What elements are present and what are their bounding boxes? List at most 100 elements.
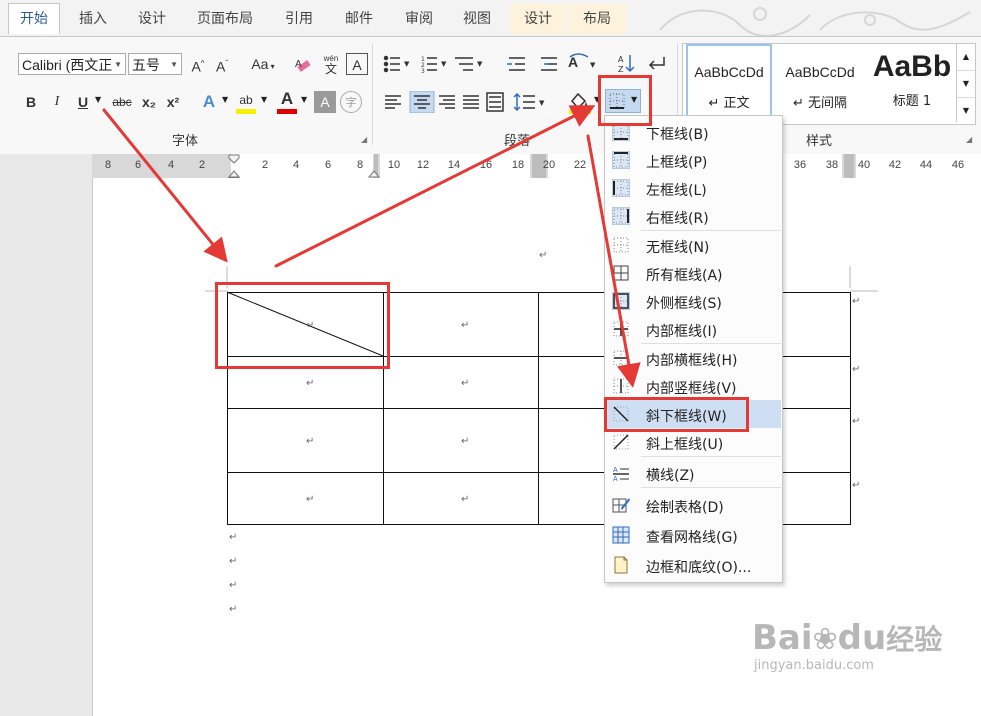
svg-text:Z: Z <box>618 65 624 74</box>
menu-item-outside-borders[interactable]: 外侧框线(S) <box>606 287 781 315</box>
highlight-button[interactable]: ab <box>235 89 257 114</box>
font-size-value: 五号 <box>132 57 160 73</box>
text-effects-button[interactable]: A <box>198 91 220 113</box>
paragraph-mark: ↵ <box>229 532 238 543</box>
style-heading-1[interactable]: AaBb 标题 1 <box>869 44 955 122</box>
ruler-column-marker <box>844 154 854 178</box>
baidu-watermark: Bai❀du经验 jingyan.baidu.com <box>752 620 942 673</box>
font-name-value: Calibri (西文正 <box>22 57 113 73</box>
menu-item-borders-and-shading[interactable]: 边框和底纹(O)... <box>606 551 781 579</box>
cell-end-mark: ↵ <box>461 436 470 447</box>
menu-item-horizontal-line[interactable]: AA 横线(Z) <box>606 459 781 487</box>
ruler-number: 2 <box>198 159 206 171</box>
style-preview: AaBbCcDd <box>785 64 855 80</box>
menu-item-label: 横线(Z) <box>646 468 695 484</box>
cell-end-mark: ↵ <box>461 378 470 389</box>
strikethrough-button[interactable]: abc <box>108 91 136 113</box>
paragraph-mark: ↵ <box>229 604 238 615</box>
horizontal-line-icon: AA <box>613 467 629 482</box>
scroll-up-icon[interactable]: ▲ <box>957 44 975 70</box>
grow-font-button[interactable]: A^ <box>187 53 209 75</box>
shrink-font-button[interactable]: Aˇ <box>211 53 233 75</box>
styles-dialog-launcher-icon[interactable]: ◢ <box>966 135 972 144</box>
chevron-down-icon[interactable]: ▼ <box>222 95 228 104</box>
change-case-button[interactable]: Aa ▾ <box>246 53 280 75</box>
menu-item-view-gridlines[interactable]: 查看网格线(G) <box>606 521 781 549</box>
tab-page-layout[interactable]: 页面布局 <box>186 4 264 34</box>
menu-separator <box>641 456 781 457</box>
watermark-cn: 经验 <box>886 623 943 656</box>
tab-design[interactable]: 设计 <box>126 4 178 34</box>
character-border-button[interactable]: A <box>346 53 368 75</box>
tab-references[interactable]: 引用 <box>272 4 326 34</box>
style-normal[interactable]: AaBbCcDd ↵ 正文 <box>686 44 772 122</box>
underline-button[interactable]: U <box>72 91 94 113</box>
ribbon-tab-bar: 开始 插入 设计 页面布局 引用 邮件 审阅 视图 设计 布局 <box>0 0 981 36</box>
row-end-mark: ↵ <box>852 364 861 375</box>
font-size-combo[interactable]: 五号 ▼ <box>128 53 182 75</box>
chevron-down-icon[interactable]: ▼ <box>95 95 101 104</box>
watermark-brand-2: du <box>837 618 887 658</box>
tab-table-layout[interactable]: 布局 <box>568 4 626 34</box>
scroll-down-icon[interactable]: ▼ <box>957 70 975 97</box>
border-all-icon <box>613 265 629 281</box>
italic-button[interactable]: I <box>46 91 68 113</box>
enclose-characters-button[interactable]: 字 <box>340 91 362 113</box>
chevron-down-icon[interactable]: ▼ <box>261 95 267 104</box>
svg-text:A: A <box>613 467 618 474</box>
style-preview: AaBb <box>872 50 952 83</box>
grow-font-label: A <box>191 58 201 75</box>
menu-item-all-borders[interactable]: 所有框线(A) <box>606 259 781 287</box>
svg-text:▼: ▼ <box>590 61 596 69</box>
watermark-brand: Bai <box>752 618 813 658</box>
font-group-label: 字体 <box>171 134 198 149</box>
right-indent-marker[interactable] <box>368 168 380 178</box>
menu-item-inside-horizontal[interactable]: 内部横框线(H) <box>606 344 781 372</box>
chevron-down-icon[interactable]: ▼ <box>301 95 307 104</box>
border-inside-horizontal-icon <box>613 350 629 366</box>
paragraph-mark: ↵ <box>539 250 548 261</box>
shading-paint-bucket-icon[interactable] <box>566 89 596 115</box>
menu-item-left-border[interactable]: 左框线(L) <box>606 174 781 202</box>
paragraph-group-label: 段落 <box>503 134 530 149</box>
ruler-number: 44 <box>919 159 933 171</box>
menu-item-inside-vertical[interactable]: 内部竖框线(V) <box>606 372 781 400</box>
tab-review[interactable]: 审阅 <box>392 4 446 34</box>
menu-item-label: 查看网格线(G) <box>646 530 738 546</box>
subscript-button[interactable]: x₂ <box>138 91 160 113</box>
superscript-button[interactable]: x² <box>162 91 184 113</box>
font-color-label: A <box>280 89 294 108</box>
menu-item-no-border[interactable]: 无框线(N) <box>606 231 781 259</box>
tab-home[interactable]: 开始 <box>8 3 60 34</box>
ruler-number: 20 <box>542 159 556 171</box>
tab-insert[interactable]: 插入 <box>66 4 120 34</box>
font-dialog-launcher-icon[interactable]: ◢ <box>361 135 367 144</box>
tab-table-design[interactable]: 设计 <box>510 4 566 34</box>
bold-button[interactable]: B <box>20 91 42 113</box>
styles-gallery: AaBbCcDd ↵ 正文 AaBbCcDd ↵ 无间隔 AaBb 标题 1 ▲… <box>682 43 976 125</box>
styles-group-label: 样式 <box>805 134 832 149</box>
style-no-spacing[interactable]: AaBbCcDd ↵ 无间隔 <box>775 44 865 122</box>
menu-item-diagonal-up[interactable]: 斜上框线(U) <box>606 428 781 456</box>
menu-item-inside-borders[interactable]: 内部框线(I) <box>606 315 781 343</box>
font-name-combo[interactable]: Calibri (西文正 ▼ <box>18 53 126 75</box>
character-shading-button[interactable]: A <box>314 91 336 113</box>
borders-shading-icon <box>614 556 628 574</box>
menu-item-right-border[interactable]: 右框线(R) <box>606 202 781 230</box>
view-gridlines-icon <box>612 526 630 544</box>
border-inside-vertical-icon <box>613 378 629 394</box>
tab-view[interactable]: 视图 <box>450 4 504 34</box>
ruler-number: 36 <box>793 159 807 171</box>
clear-formatting-icon[interactable]: A <box>293 55 313 75</box>
ribbon: Calibri (西文正 ▼ 五号 ▼ A^ Aˇ Aa ▾ A wén 文 A… <box>0 36 981 156</box>
menu-item-draw-table[interactable]: 绘制表格(D) <box>606 491 781 519</box>
phonetic-guide-button[interactable]: wén 文 <box>318 53 344 75</box>
tab-mailings[interactable]: 邮件 <box>332 4 386 34</box>
paw-icon: ❀ <box>812 622 838 657</box>
more-styles-icon[interactable]: ▼ <box>957 97 975 123</box>
menu-item-top-border[interactable]: 上框线(P) <box>606 146 781 174</box>
svg-text:A: A <box>618 55 624 64</box>
font-color-button[interactable]: A <box>276 88 298 114</box>
svg-text:▼: ▼ <box>404 60 410 68</box>
svg-text:3: 3 <box>421 68 425 75</box>
